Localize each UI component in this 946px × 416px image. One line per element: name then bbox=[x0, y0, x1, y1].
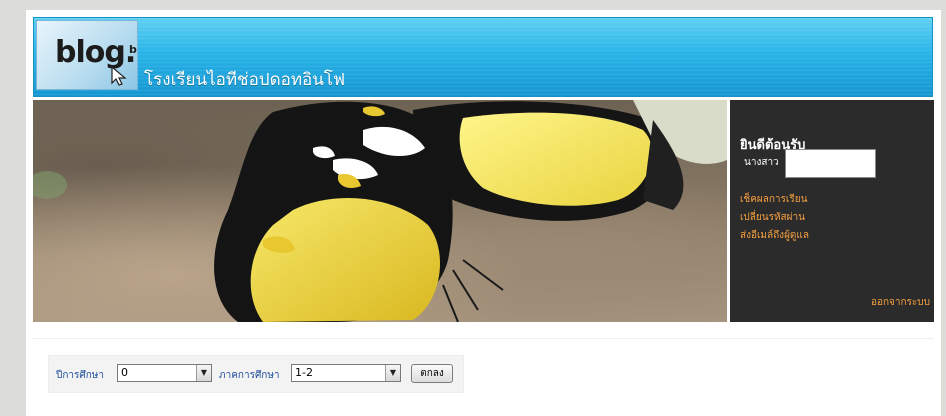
chevron-down-icon[interactable]: ▼ bbox=[196, 365, 211, 381]
blog-logo-icon: blog... blo bbox=[36, 20, 138, 90]
email-admin-link[interactable]: ส่งอีเมล์ถึงผู้ดูแล bbox=[740, 228, 809, 243]
butterfly-photo bbox=[33, 100, 727, 322]
year-label: ปีการศึกษา bbox=[56, 370, 104, 381]
term-select-value: 1-2 bbox=[295, 366, 313, 379]
user-panel: ยินดีต้อนรับ นางสาว เช็คผลการเรียน เปลี่… bbox=[730, 100, 934, 322]
hero-image bbox=[33, 100, 727, 322]
filter-bar: ปีการศึกษา 0 ▼ ภาคการศึกษา 1-2 ▼ ตกลง bbox=[48, 355, 464, 393]
divider bbox=[33, 338, 934, 339]
header-banner: blog... blo โรงเรียนไอทีช่อปดอทอินโฟ bbox=[33, 17, 933, 97]
chevron-down-icon[interactable]: ▼ bbox=[385, 365, 400, 381]
mouse-cursor-icon bbox=[111, 65, 127, 86]
logo-text-small: blo bbox=[129, 43, 137, 56]
term-select[interactable]: 1-2 ▼ bbox=[291, 364, 401, 382]
year-select-value: 0 bbox=[121, 366, 128, 379]
term-label: ภาคการศึกษา bbox=[219, 370, 280, 381]
year-select[interactable]: 0 ▼ bbox=[117, 364, 212, 382]
site-title: โรงเรียนไอทีช่อปดอทอินโฟ bbox=[144, 70, 346, 90]
change-password-link[interactable]: เปลี่ยนรหัสผ่าน bbox=[740, 210, 805, 225]
logout-link[interactable]: ออกจากระบบ bbox=[871, 295, 930, 310]
page-container: blog... blo โรงเรียนไอทีช่อปดอทอินโฟ bbox=[26, 10, 941, 416]
check-grades-link[interactable]: เช็คผลการเรียน bbox=[740, 192, 807, 207]
name-prefix: นางสาว bbox=[744, 157, 779, 168]
submit-button[interactable]: ตกลง bbox=[411, 364, 453, 383]
user-name-box bbox=[785, 149, 876, 178]
